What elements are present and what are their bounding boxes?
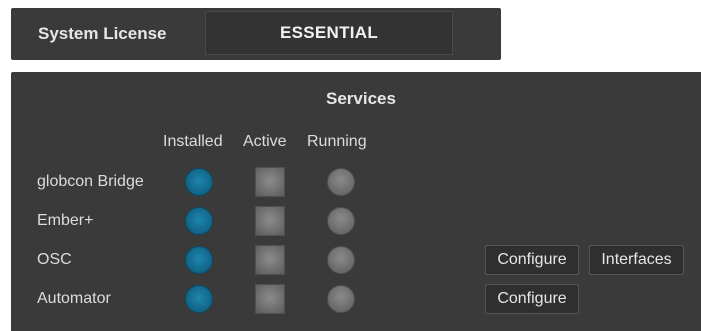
running-indicator (327, 285, 355, 313)
running-indicator (327, 168, 355, 196)
system-license-panel: System License ESSENTIAL (11, 8, 501, 60)
service-name: OSC (37, 251, 72, 268)
active-toggle[interactable] (255, 206, 285, 236)
running-indicator (327, 246, 355, 274)
osc-configure-button[interactable]: Configure (485, 245, 579, 275)
running-indicator (327, 207, 355, 235)
installed-indicator (185, 168, 213, 196)
active-toggle[interactable] (255, 284, 285, 314)
installed-indicator (185, 246, 213, 274)
system-license-label: System License (38, 24, 167, 43)
system-license-value: ESSENTIAL (205, 11, 453, 55)
column-header-installed: Installed (163, 133, 223, 150)
column-header-running: Running (307, 133, 367, 150)
services-title: Services (326, 89, 396, 108)
installed-indicator (185, 207, 213, 235)
automator-configure-button[interactable]: Configure (485, 284, 579, 314)
column-header-active: Active (243, 133, 287, 150)
service-name: Automator (37, 290, 111, 307)
installed-indicator (185, 285, 213, 313)
service-name: globcon Bridge (37, 173, 144, 190)
services-panel: Services Installed Active Running globco… (11, 72, 701, 331)
active-toggle[interactable] (255, 167, 285, 197)
active-toggle[interactable] (255, 245, 285, 275)
osc-interfaces-button[interactable]: Interfaces (589, 245, 684, 275)
service-name: Ember+ (37, 212, 94, 229)
